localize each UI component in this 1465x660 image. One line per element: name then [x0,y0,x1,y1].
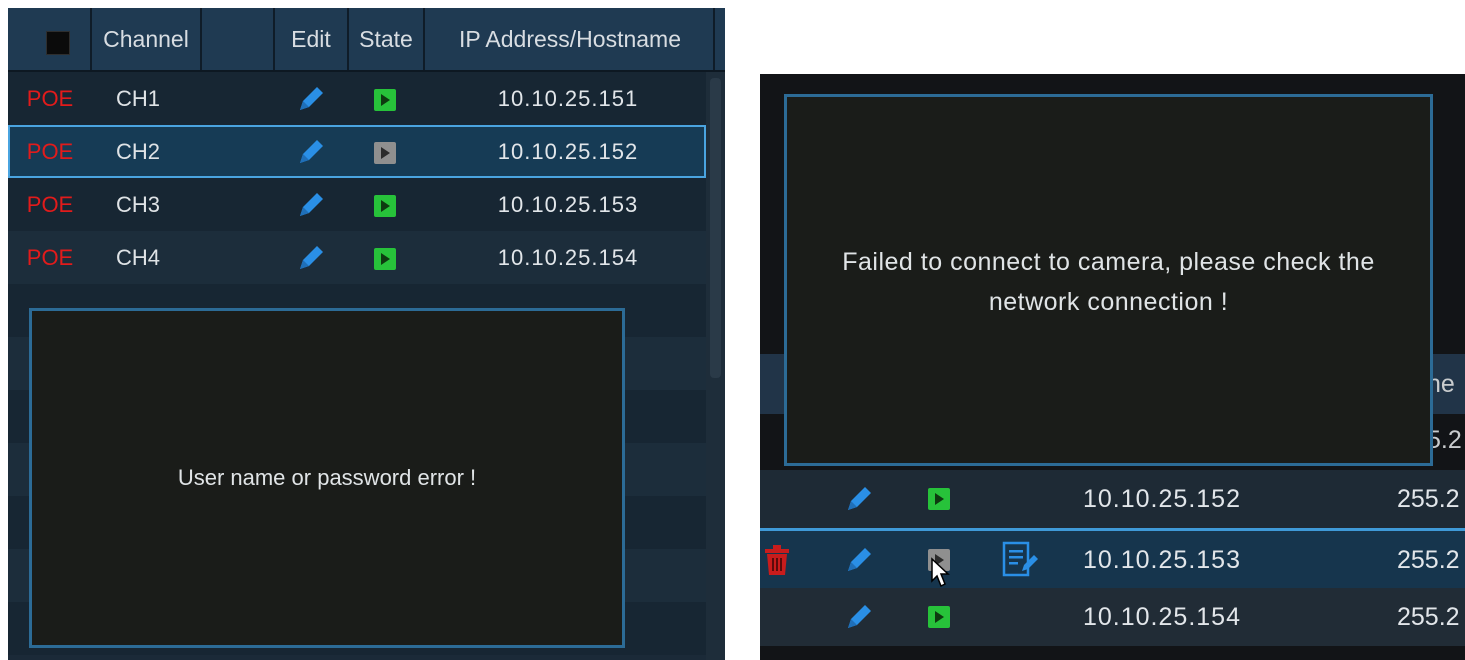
channel-name: CH2 [116,139,161,164]
poe-label: POE [26,86,74,111]
play-icon[interactable] [374,142,396,164]
channel-name: CH4 [116,245,161,270]
table-row[interactable]: POE CH4 10.10.25.154 [8,231,706,284]
error-dialog: User name or password error ! [29,308,625,648]
channel-name: CH3 [116,192,161,217]
pencil-icon[interactable] [294,82,328,116]
ip-address: 10.10.25.153 [1083,546,1241,574]
poe-label: POE [26,245,74,270]
pencil-icon[interactable] [294,135,328,169]
header-state[interactable]: State [349,8,423,70]
play-icon[interactable] [374,89,396,111]
mouse-pointer-icon [931,557,950,588]
subnet-mask: 255.2 [1397,603,1460,631]
table-row[interactable]: POE CH2 10.10.25.152 [8,125,706,178]
poe-label: POE [26,192,74,217]
ip-address: 10.10.25.153 [497,192,639,217]
header-channel[interactable]: Channel [92,8,200,70]
play-icon[interactable] [928,606,950,628]
ip-address: 10.10.25.151 [497,86,639,111]
table-row[interactable]: 10.10.25.154 255.2 [760,588,1465,646]
table-row[interactable]: 10.10.25.153 255.2 [760,528,1465,592]
error-message: User name or password error ! [177,465,477,490]
ip-address: 10.10.25.154 [1083,603,1241,631]
error-message-line2: network connection ! [988,288,1229,316]
pencil-icon[interactable] [842,600,876,634]
ip-address: 10.10.25.154 [497,245,639,270]
poe-label: POE [26,139,74,164]
pencil-icon[interactable] [294,241,328,275]
scrollbar-thumb[interactable] [710,78,721,378]
trash-icon[interactable] [762,543,792,577]
header-ip-address[interactable]: IP Address/Hostname [425,8,715,70]
column-divider [200,8,202,70]
column-divider [713,8,715,70]
error-message-line1: Failed to connect to camera, please chec… [842,248,1375,276]
error-dialog: Failed to connect to camera, please chec… [784,94,1433,466]
pencil-icon[interactable] [842,543,876,577]
subnet-mask: 255.2 [1397,485,1460,513]
channel-name: CH1 [116,86,161,111]
ip-address: 10.10.25.152 [497,139,639,164]
play-icon[interactable] [928,488,950,510]
header-edit[interactable]: Edit [275,8,347,70]
play-icon[interactable] [374,248,396,270]
ip-address: 10.10.25.152 [1083,485,1241,513]
table-header: Channel Edit State IP Address/Hostname [8,8,725,72]
select-all-checkbox[interactable] [46,31,70,55]
play-icon[interactable] [374,195,396,217]
channel-list-panel: Channel Edit State IP Address/Hostname P… [8,8,725,660]
subnet-mask: 255.2 [1397,546,1460,574]
table-row[interactable]: POE CH3 10.10.25.153 [8,178,706,231]
document-icon[interactable] [1000,541,1040,579]
pencil-icon[interactable] [294,188,328,222]
camera-list-panel: ne 5.2 10.10.25.152 255.2 10.10.25.153 2… [760,74,1465,660]
table-row[interactable]: 10.10.25.152 255.2 [760,470,1465,528]
pencil-icon[interactable] [842,482,876,516]
table-row[interactable]: POE CH1 10.10.25.151 [8,72,706,125]
